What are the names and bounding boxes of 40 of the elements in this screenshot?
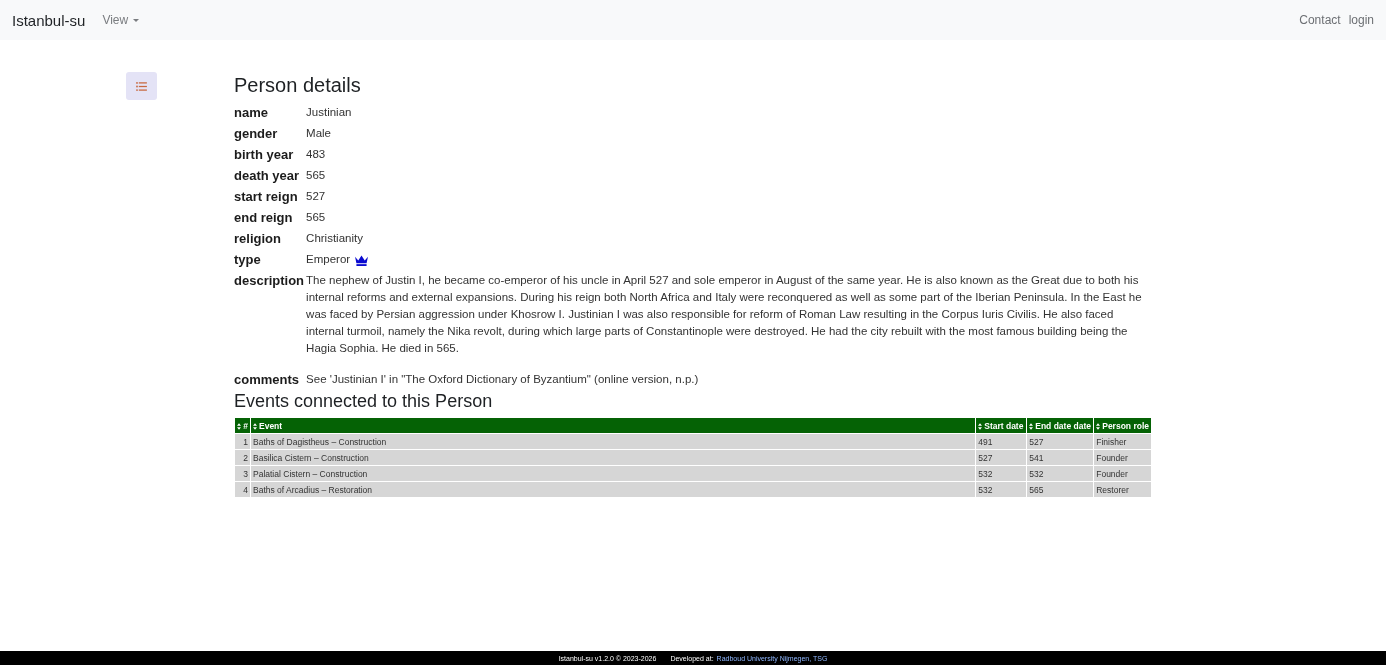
field-value: Justinian (306, 105, 353, 120)
caret-icon (133, 18, 140, 22)
field-label: description (234, 272, 305, 290)
sort-icon (253, 422, 257, 430)
view-menu[interactable]: View (102, 13, 140, 27)
section-title: Events connected to this Person (234, 390, 494, 412)
field-value: See 'Justinian I' in "The Oxford Dictionary of Byzantium" (online version, n.p.) (306, 372, 700, 387)
field-label: end reign (234, 209, 294, 227)
crown-icon (354, 253, 370, 266)
field-label: start reign (234, 188, 299, 206)
field-value: Male (306, 126, 332, 141)
field-label: type (234, 251, 262, 269)
field-label: comments (234, 371, 301, 389)
field-label: death year (234, 167, 301, 185)
field-label: name (234, 104, 269, 122)
sort-icon (1096, 422, 1101, 430)
field-value: 565 (306, 168, 327, 183)
column-header[interactable]: Start date (975, 417, 1027, 434)
column-header[interactable]: Event (250, 417, 976, 434)
nav-link[interactable]: Contact (1299, 13, 1341, 27)
sort-icon (237, 422, 242, 430)
column-header[interactable]: # (234, 417, 251, 434)
description-text: The nephew of Justin I, he became co-emperor of his uncle in April 527 and sole emperor in August of the same year. He is also known as the Great due to both his internal reforms and external expansions. During his reign both North Africa and Italy were reconquered as well as some part of the Iberian Peninsula. In the East he was faced by Persian aggression under Khosrow I. Justinian I was also responsible for reform of Roman Law resulting in the Corpus Iuris Civilis. He also faced internal turmoil, namely the Nika revolt, during which large parts of Constantinople were destroyed. He had the city rebuilt with the most famous building being the Hagia Sophia. He died in 565. (306, 273, 1143, 356)
field-value: 483 (306, 147, 327, 162)
brand-link[interactable]: Istanbul-su (12, 11, 86, 29)
sort-icon (978, 422, 983, 430)
field-label: birth year (234, 146, 295, 164)
column-header[interactable]: Person role (1093, 417, 1152, 434)
list-toggle-button[interactable] (126, 72, 157, 100)
field-value: Christianity (306, 231, 364, 246)
nav-link[interactable]: login (1348, 13, 1374, 27)
list-icon (136, 81, 147, 91)
column-header[interactable]: End date date (1026, 417, 1094, 434)
field-value: Emperor (306, 252, 351, 267)
sort-icon (1029, 422, 1034, 430)
field-label: religion (234, 230, 282, 248)
field-value: 565 (306, 210, 327, 225)
field-value: 527 (306, 189, 327, 204)
page-title: Person details (234, 73, 362, 98)
field-label: gender (234, 125, 279, 143)
